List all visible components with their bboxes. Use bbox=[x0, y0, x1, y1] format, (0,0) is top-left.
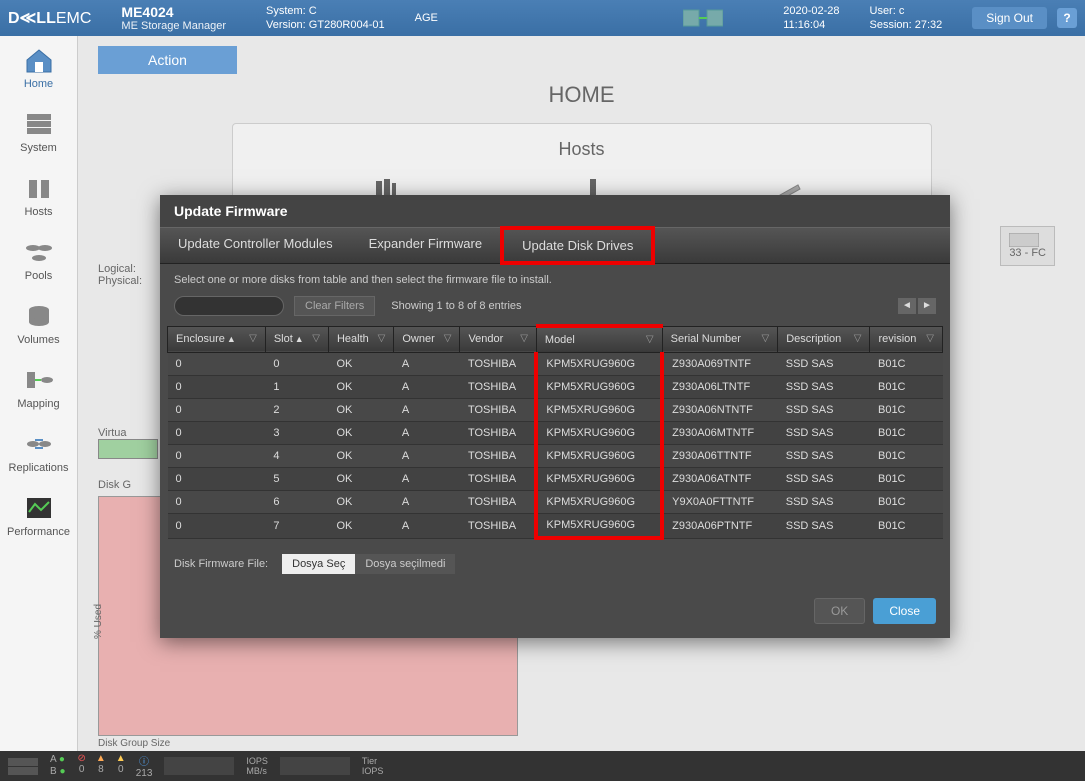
tab-disk-drives[interactable]: Update Disk Drives bbox=[500, 226, 655, 265]
table-row[interactable]: 04OKATOSHIBAKPM5XRUG960GZ930A06TTNTFSSD … bbox=[168, 445, 943, 468]
table-header-row: Enclosure▲▽ Slot▲▽ Health▽ Owner▽ Vendor… bbox=[168, 326, 943, 353]
col-revision[interactable]: revision▽ bbox=[870, 326, 943, 353]
file-label: Disk Firmware File: bbox=[174, 557, 268, 571]
table-row[interactable]: 02OKATOSHIBAKPM5XRUG960GZ930A06NTNTFSSD … bbox=[168, 399, 943, 422]
sidebar-item-performance[interactable]: Performance bbox=[0, 484, 77, 548]
signout-button[interactable]: Sign Out bbox=[972, 7, 1047, 29]
alert-counters: ⊘0 ▲8 ▲0 ⓘ213 bbox=[78, 753, 153, 779]
table-row[interactable]: 06OKATOSHIBAKPM5XRUG960GY9X0A0FTTNTFSSD … bbox=[168, 491, 943, 514]
sidebar-item-system[interactable]: System bbox=[0, 100, 77, 164]
search-input[interactable] bbox=[174, 296, 284, 316]
next-page-icon[interactable]: ► bbox=[918, 298, 936, 314]
brand-logo: D≪LLEMC bbox=[8, 8, 91, 28]
sidebar-item-label: Pools bbox=[25, 270, 53, 282]
sidebar: Home System Hosts Pools Volumes Mapping … bbox=[0, 36, 78, 751]
sidebar-item-label: Volumes bbox=[17, 334, 59, 346]
virtua-bar bbox=[98, 439, 158, 459]
col-health[interactable]: Health▽ bbox=[328, 326, 393, 353]
tier-chart bbox=[280, 757, 350, 775]
page-title: HOME bbox=[98, 82, 1065, 108]
table-row[interactable]: 03OKATOSHIBAKPM5XRUG960GZ930A06MTNTFSSD … bbox=[168, 422, 943, 445]
sidebar-item-pools[interactable]: Pools bbox=[0, 228, 77, 292]
sidebar-item-label: Replications bbox=[9, 462, 69, 474]
modal-instruction: Select one or more disks from table and … bbox=[160, 264, 950, 292]
sidebar-item-label: Home bbox=[24, 78, 53, 90]
col-vendor[interactable]: Vendor▽ bbox=[460, 326, 536, 353]
table-row[interactable]: 07OKATOSHIBAKPM5XRUG960GZ930A06PTNTFSSD … bbox=[168, 514, 943, 539]
file-status: Dosya seçilmedi bbox=[355, 554, 455, 574]
user-info: User: c Session: 27:32 bbox=[870, 4, 943, 32]
sidebar-item-replications[interactable]: Replications bbox=[0, 420, 77, 484]
sidebar-item-label: System bbox=[20, 142, 57, 154]
system-info: System: C Version: GT280R004-01 bbox=[266, 4, 385, 32]
tab-expander-firmware[interactable]: Expander Firmware bbox=[351, 228, 500, 263]
modal-tabs: Update Controller Modules Expander Firmw… bbox=[160, 227, 950, 264]
col-description[interactable]: Description▽ bbox=[778, 326, 870, 353]
table-row[interactable]: 00OKATOSHIBAKPM5XRUG960GZ930A069TNTFSSD … bbox=[168, 353, 943, 376]
table-row[interactable]: 01OKATOSHIBAKPM5XRUG960GZ930A06LTNTFSSD … bbox=[168, 376, 943, 399]
sidebar-item-label: Performance bbox=[7, 526, 70, 538]
col-enclosure[interactable]: Enclosure▲▽ bbox=[168, 326, 266, 353]
showing-text: Showing 1 to 8 of 8 entries bbox=[391, 300, 521, 312]
enclosure-icon bbox=[8, 756, 38, 776]
sidebar-item-label: Mapping bbox=[17, 398, 59, 410]
modal-title: Update Firmware bbox=[160, 195, 950, 227]
sidebar-item-volumes[interactable]: Volumes bbox=[0, 292, 77, 356]
sidebar-item-mapping[interactable]: Mapping bbox=[0, 356, 77, 420]
col-model[interactable]: Model▽ bbox=[536, 326, 662, 353]
disk-table: Enclosure▲▽ Slot▲▽ Health▽ Owner▽ Vendor… bbox=[167, 324, 943, 540]
top-bar: D≪LLEMC ME4024 ME Storage Manager System… bbox=[0, 0, 1085, 36]
col-owner[interactable]: Owner▽ bbox=[394, 326, 460, 353]
ok-button[interactable]: OK bbox=[814, 598, 865, 624]
age-info: AGE bbox=[415, 11, 438, 25]
sidebar-item-label: Hosts bbox=[24, 206, 52, 218]
search-wrap: 🔍 bbox=[174, 296, 284, 316]
tab-controller-modules[interactable]: Update Controller Modules bbox=[160, 228, 351, 263]
controller-status: A ● B ● bbox=[50, 754, 66, 778]
fc-indicator: 33 - FC bbox=[1000, 226, 1055, 266]
system-diagram-icon bbox=[683, 6, 723, 30]
help-icon[interactable]: ? bbox=[1057, 8, 1077, 28]
tier-label: TierIOPS bbox=[362, 756, 384, 776]
hosts-title: Hosts bbox=[273, 139, 891, 160]
clear-filters-button[interactable]: Clear Filters bbox=[294, 296, 375, 316]
col-slot[interactable]: Slot▲▽ bbox=[265, 326, 328, 353]
iops-label: IOPSMB/s bbox=[246, 756, 268, 776]
close-button[interactable]: Close bbox=[873, 598, 936, 624]
prev-page-icon[interactable]: ◄ bbox=[898, 298, 916, 314]
choose-file-button[interactable]: Dosya Seç bbox=[282, 554, 355, 574]
update-firmware-modal: Update Firmware Update Controller Module… bbox=[160, 195, 950, 638]
sidebar-item-home[interactable]: Home bbox=[0, 36, 77, 100]
table-row[interactable]: 05OKATOSHIBAKPM5XRUG960GZ930A06ATNTFSSD … bbox=[168, 468, 943, 491]
sidebar-item-hosts[interactable]: Hosts bbox=[0, 164, 77, 228]
action-button[interactable]: Action bbox=[98, 46, 237, 74]
col-serial[interactable]: Serial Number▽ bbox=[662, 326, 778, 353]
status-bar: A ● B ● ⊘0 ▲8 ▲0 ⓘ213 IOPSMB/s TierIOPS bbox=[0, 751, 1085, 781]
product-info: ME4024 ME Storage Manager bbox=[121, 4, 226, 32]
iops-chart bbox=[164, 757, 234, 775]
datetime-info: 2020-02-28 11:16:04 bbox=[783, 4, 839, 32]
